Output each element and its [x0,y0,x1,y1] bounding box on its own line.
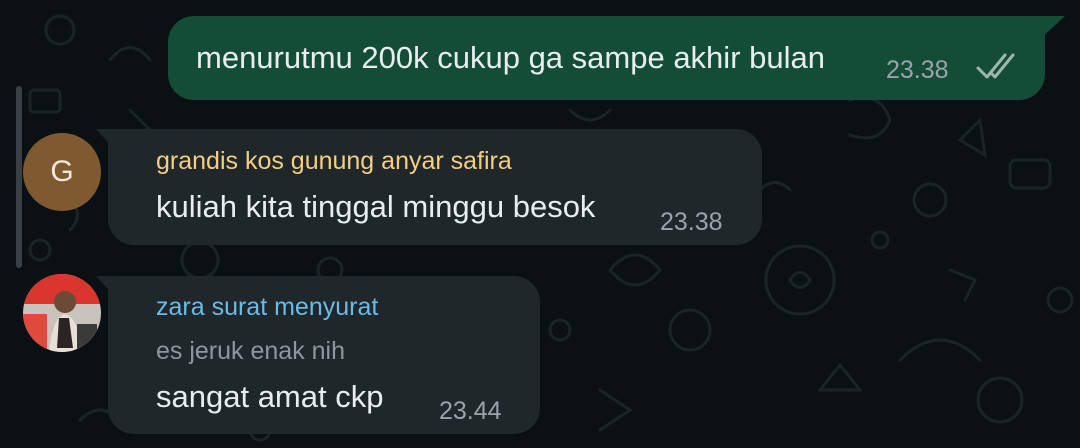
message-time: 23.44 [439,397,502,425]
profile-photo-icon [23,274,101,352]
avatar-initial: G [50,155,74,188]
avatar[interactable] [23,274,101,352]
quoted-text: es jeruk enak nih [156,337,346,365]
avatar[interactable]: G [23,133,101,211]
sender-name[interactable]: zara surat menyurat [156,293,378,322]
scroll-indicator[interactable] [16,86,22,268]
message-text: menurutmu 200k cukup ga sampe akhir bula… [196,40,825,75]
sender-name[interactable]: grandis kos gunung anyar safira [156,147,512,176]
message-time: 23.38 [886,56,949,84]
message-text: sangat amat ckp [156,379,384,414]
double-check-icon [976,53,1015,79]
message-time: 23.38 [660,208,723,236]
message-text: kuliah kita tinggal minggu besok [156,189,596,224]
